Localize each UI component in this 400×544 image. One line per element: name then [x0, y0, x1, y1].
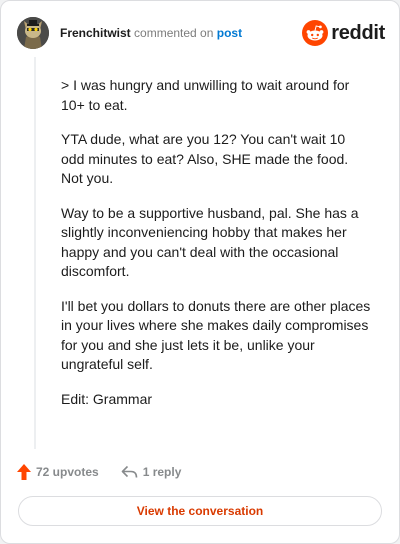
upvote-count: 72 upvotes [36, 465, 99, 479]
reddit-wordmark: reddit [331, 21, 385, 44]
comment-paragraph: Way to be a supportive husband, pal. She… [61, 204, 359, 280]
post-link[interactable]: post [217, 26, 242, 40]
comment-paragraph: > I was hungry and unwilling to wait aro… [61, 77, 350, 113]
upvote-arrow-icon [17, 464, 31, 480]
view-conversation-label: View the conversation [136, 504, 264, 518]
thread-line[interactable] [34, 57, 36, 449]
comment-paragraph: YTA dude, what are you 12? You can't wai… [61, 131, 349, 186]
action-text: commented on [134, 26, 214, 40]
comment-paragraph: Edit: Grammar [61, 390, 153, 407]
user-avatar[interactable] [17, 17, 49, 49]
comment-paragraph: I'll bet you dollars to donuts there are… [61, 297, 371, 373]
reply-button[interactable]: 1 reply [121, 465, 182, 479]
comment-body: > I was hungry and unwilling to wait aro… [61, 76, 371, 424]
upvote-button[interactable]: 72 upvotes [17, 464, 99, 480]
view-conversation-button[interactable]: View the conversation [18, 496, 382, 526]
comment-actions: 72 upvotes 1 reply [17, 462, 387, 482]
reply-arrow-icon [121, 465, 138, 478]
reddit-logo: reddit [302, 19, 385, 47]
reddit-alien-icon [302, 20, 329, 46]
comment-header: Frenchitwist commented on post reddit [17, 17, 385, 49]
reply-count: 1 reply [142, 465, 182, 479]
comment-card: Frenchitwist commented on post reddit > … [0, 0, 400, 544]
comment-byline: Frenchitwist commented on post [60, 26, 242, 40]
username-link[interactable]: Frenchitwist [60, 26, 131, 40]
